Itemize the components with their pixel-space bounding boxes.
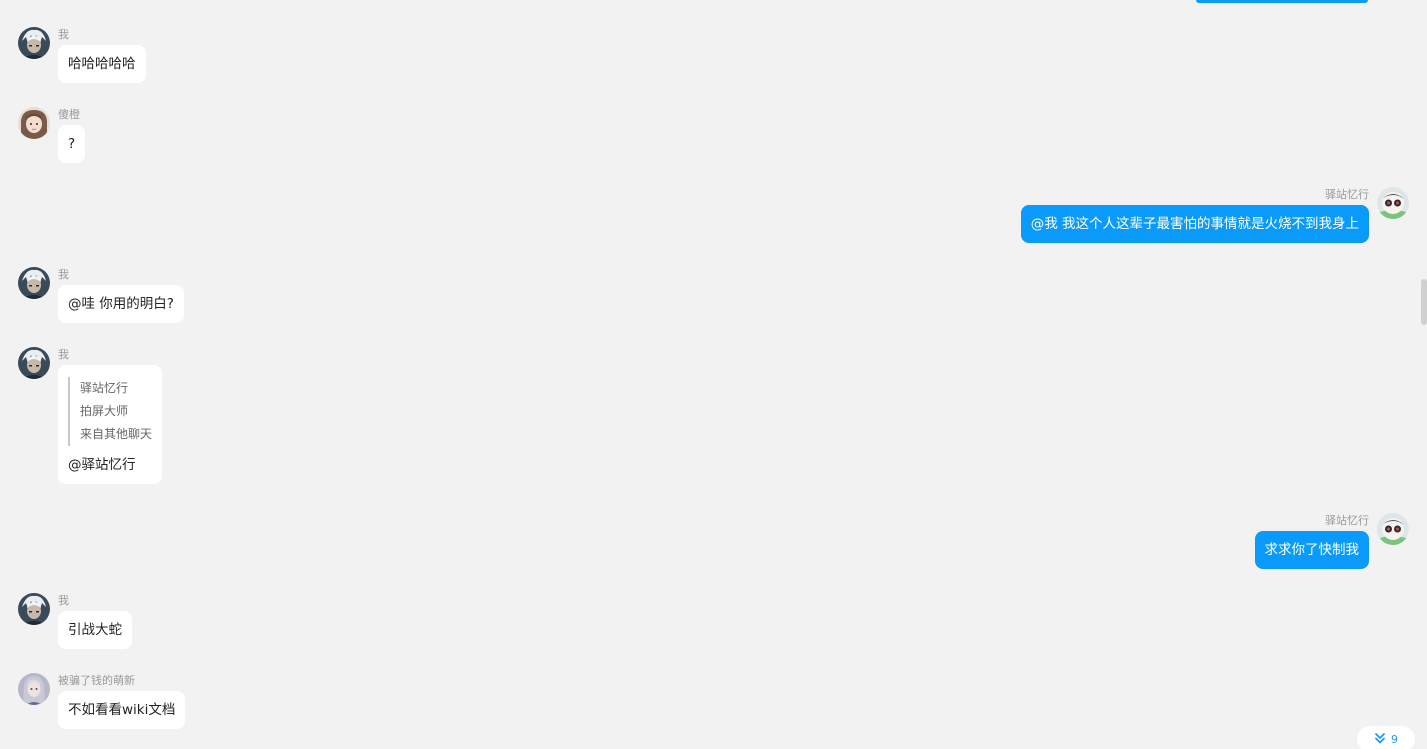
message-item: 傻橙 ? — [18, 107, 86, 163]
message-bubble[interactable]: @哇 你用的明白? — [58, 285, 184, 323]
sender-name: 被骗了钱的萌新 — [58, 674, 135, 687]
message-bubble[interactable]: 哈哈哈哈哈 — [58, 45, 146, 83]
message-item: 我 引战大蛇 — [18, 593, 132, 649]
anime-girl-avatar[interactable] — [18, 673, 50, 705]
message-item: 我 @哇 你用的明白? — [18, 267, 184, 323]
message-item: 驿站忆行 @我 我这个人这辈子最害怕的事情就是火烧不到我身上 — [1020, 187, 1409, 243]
previous-message-bubble-edge — [1196, 0, 1368, 3]
double-chevron-down-icon — [1374, 732, 1386, 747]
sender-name: 驿站忆行 — [1325, 514, 1369, 527]
message-bubble[interactable]: 求求你了快制我 — [1254, 531, 1369, 569]
white-hair-avatar[interactable] — [18, 347, 50, 379]
white-hair-avatar[interactable] — [18, 27, 50, 59]
sender-name: 我 — [58, 268, 69, 281]
message-item: 我 哈哈哈哈哈 — [18, 27, 146, 83]
unread-count: 9 — [1391, 732, 1398, 746]
quoted-message[interactable]: 驿站忆行 拍屏大师 来自其他聊天 — [68, 377, 152, 446]
white-hair-avatar[interactable] — [18, 593, 50, 625]
girl-avatar[interactable] — [18, 107, 50, 139]
quote-text: 拍屏大师 — [80, 404, 129, 418]
quote-source: 来自其他聊天 — [80, 427, 153, 441]
scrollbar-thumb[interactable] — [1421, 279, 1427, 325]
sender-name: 驿站忆行 — [1325, 188, 1369, 201]
cartoon-avatar[interactable] — [1377, 187, 1409, 219]
sender-name: 我 — [58, 28, 69, 41]
sender-name: 傻橙 — [58, 108, 80, 121]
message-text: @驿站忆行 — [68, 457, 136, 473]
cartoon-avatar[interactable] — [1377, 513, 1409, 545]
sender-name: 我 — [58, 348, 69, 361]
sender-name: 我 — [58, 594, 69, 607]
white-hair-avatar[interactable] — [18, 267, 50, 299]
message-bubble[interactable]: ? — [58, 125, 86, 163]
message-item: 我 驿站忆行 拍屏大师 来自其他聊天 @驿站忆行 — [18, 347, 163, 484]
message-item: 驿站忆行 求求你了快制我 — [1254, 513, 1409, 569]
message-item: 被骗了钱的萌新 不如看看wiki文档 — [18, 673, 186, 729]
message-bubble[interactable]: 不如看看wiki文档 — [58, 691, 186, 729]
unread-jump-button[interactable]: 9 — [1357, 726, 1415, 749]
chat-area: 我 哈哈哈哈哈 傻橙 ? 驿站忆行 @我 我这个人这辈子最害怕的事情就是火烧不到… — [0, 0, 1427, 749]
message-bubble[interactable]: 驿站忆行 拍屏大师 来自其他聊天 @驿站忆行 — [58, 365, 163, 484]
quote-sender: 驿站忆行 — [80, 381, 129, 395]
message-bubble[interactable]: @我 我这个人这辈子最害怕的事情就是火烧不到我身上 — [1020, 205, 1369, 243]
message-bubble[interactable]: 引战大蛇 — [58, 611, 132, 649]
